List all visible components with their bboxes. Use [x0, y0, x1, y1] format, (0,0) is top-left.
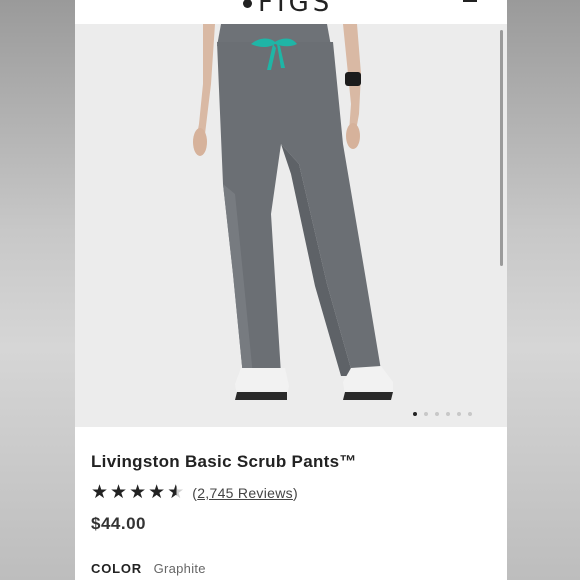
top-bar: FIGS [75, 0, 507, 25]
gallery-dot-3[interactable] [435, 412, 439, 416]
gallery-dot-6[interactable] [468, 412, 472, 416]
half-star-icon: ★ [167, 482, 185, 503]
logo-dot-icon [243, 0, 252, 8]
gallery-dot-1[interactable] [413, 412, 417, 416]
scrollbar[interactable] [500, 30, 503, 266]
star-icon: ★ [110, 482, 128, 503]
gallery-dot-5[interactable] [457, 412, 461, 416]
color-label: COLOR [91, 561, 142, 576]
reviews-paren-close: ) [292, 485, 298, 501]
color-selector: COLOR Graphite [91, 561, 206, 576]
reviews-link[interactable]: 2,745 Reviews [197, 485, 293, 501]
star-icon: ★ [148, 482, 166, 503]
star-rating: ★ ★ ★ ★ ★ [91, 483, 184, 503]
star-icon: ★ [129, 482, 147, 503]
reviews-count: (2,745 Reviews) [192, 485, 298, 501]
product-photo-illustration [75, 24, 507, 427]
product-rating: ★ ★ ★ ★ ★ (2,745 Reviews) [91, 483, 298, 503]
phone-screen: FIGS Livingston Basic Scrub Pants™ ★ ★ ★… [75, 0, 507, 580]
brand-logo[interactable]: FIGS [243, 0, 333, 16]
star-icon: ★ [91, 482, 109, 503]
background-left [0, 0, 75, 580]
product-image[interactable] [75, 24, 507, 427]
gallery-pagination [413, 412, 472, 416]
hamburger-menu-icon[interactable] [463, 0, 477, 2]
logo-text: FIGS [258, 0, 334, 18]
color-value: Graphite [153, 561, 206, 576]
background-right [507, 0, 580, 580]
gallery-dot-4[interactable] [446, 412, 450, 416]
product-price: $44.00 [91, 514, 146, 533]
product-title: Livingston Basic Scrub Pants™ [91, 452, 357, 471]
gallery-dot-2[interactable] [424, 412, 428, 416]
